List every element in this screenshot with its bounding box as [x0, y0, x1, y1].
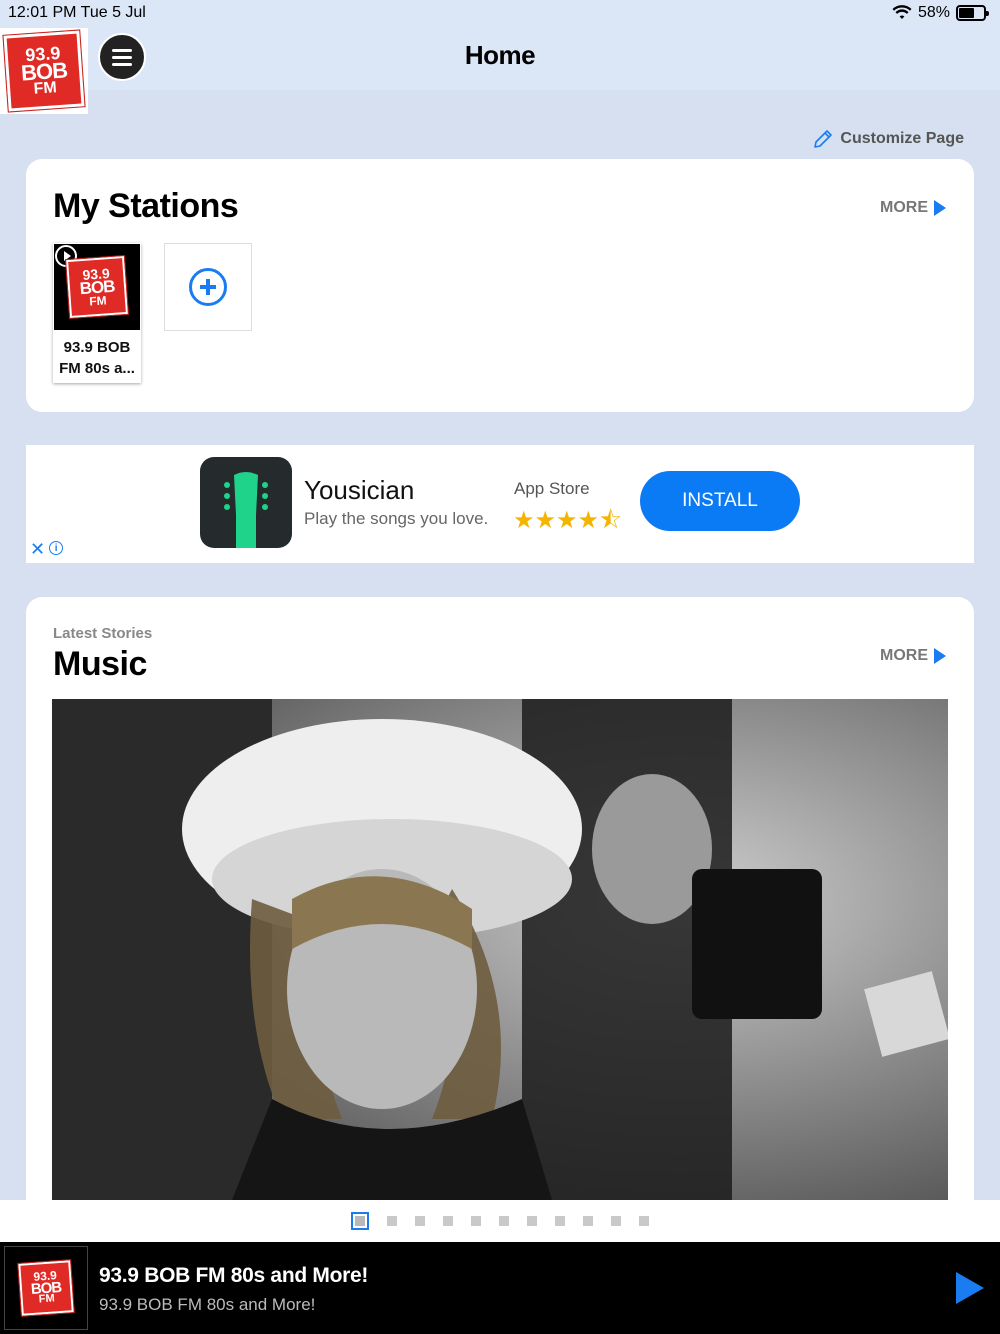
customize-label: Customize Page: [840, 130, 964, 147]
pager-dot[interactable]: [555, 1216, 565, 1226]
close-icon[interactable]: ✕: [30, 540, 45, 558]
ad-banner[interactable]: Yousician Play the songs you love. App S…: [26, 445, 974, 563]
pager-dot[interactable]: [415, 1216, 425, 1226]
chevron-right-icon: [934, 200, 946, 216]
player-subtitle: 93.9 BOB FM 80s and More!: [99, 1295, 316, 1314]
install-button[interactable]: INSTALL: [640, 471, 800, 531]
bob-fm-logo: 93.9 BOB FM: [64, 254, 130, 320]
menu-icon-bar: [112, 55, 132, 59]
play-icon[interactable]: [956, 1272, 984, 1304]
logo-line3: FM: [38, 1292, 56, 1306]
now-playing-bar[interactable]: 93.9 BOB FM 93.9 BOB FM 80s and More! 93…: [0, 1242, 1000, 1334]
status-right: 58%: [892, 4, 989, 22]
ad-rating-stars: ★★★★⯪: [513, 507, 622, 534]
pager-dot[interactable]: [611, 1216, 621, 1226]
ad-controls: ✕ i: [30, 540, 64, 558]
wifi-icon: [892, 5, 912, 19]
page-title: Home: [464, 40, 536, 70]
pager-dot[interactable]: [471, 1216, 481, 1226]
station-art: 93.9 BOB FM: [54, 244, 140, 330]
bob-fm-logo: 93.9 BOB FM: [2, 29, 86, 113]
ad-app-name: Yousician: [304, 475, 415, 505]
battery-percent: 58%: [917, 4, 950, 21]
logo-line3: FM: [33, 78, 58, 98]
logo-line3: FM: [88, 292, 108, 309]
station-tile[interactable]: 93.9 BOB FM 93.9 BOB FM 80s a...: [53, 243, 141, 383]
pencil-icon: [814, 130, 833, 148]
pager-dot[interactable]: [527, 1216, 537, 1226]
yousician-app-icon: [200, 457, 292, 548]
story-pager: [0, 1200, 1000, 1242]
top-bar: 12:01 PM Tue 5 Jul 58% Home: [0, 0, 1000, 90]
my-stations-card: My Stations MORE 93.9 BOB FM 93.9 BOB FM…: [26, 159, 974, 412]
story-photo[interactable]: [52, 699, 948, 1200]
ad-store-label: App Store: [514, 479, 590, 498]
stories-title: Music: [53, 645, 147, 683]
pager-dot[interactable]: [387, 1216, 397, 1226]
customize-page-button[interactable]: Customize Page: [812, 128, 964, 150]
station-logo[interactable]: 93.9 BOB FM: [0, 28, 88, 114]
battery-icon: [956, 5, 989, 21]
my-stations-title: My Stations: [53, 187, 239, 225]
pager-dot[interactable]: [351, 1212, 369, 1230]
player-title: 93.9 BOB FM 80s and More!: [99, 1264, 369, 1287]
bob-fm-logo: 93.9 BOB FM: [17, 1259, 75, 1317]
add-station-button[interactable]: [164, 243, 252, 331]
ad-tagline: Play the songs you love.: [304, 509, 489, 528]
player-artwork: 93.9 BOB FM: [4, 1246, 88, 1330]
status-time: 12:01 PM Tue 5 Jul: [8, 4, 146, 21]
menu-icon-bar: [112, 62, 132, 66]
more-label: MORE: [880, 647, 928, 664]
my-stations-more-link[interactable]: MORE: [880, 199, 946, 217]
pager-dot[interactable]: [443, 1216, 453, 1226]
pager-dot[interactable]: [499, 1216, 509, 1226]
stories-more-link[interactable]: MORE: [880, 647, 946, 665]
menu-icon-bar: [112, 48, 132, 52]
hamburger-menu-button[interactable]: [98, 33, 146, 81]
chevron-right-icon: [934, 648, 946, 664]
plus-icon: [189, 268, 227, 306]
stories-subtitle: Latest Stories: [53, 625, 153, 642]
more-label: MORE: [880, 199, 928, 216]
latest-stories-card: Latest Stories Music MORE: [26, 597, 974, 1237]
pager-dot[interactable]: [639, 1216, 649, 1226]
station-name: 93.9 BOB FM 80s a...: [59, 339, 135, 377]
info-icon[interactable]: i: [49, 541, 64, 555]
pager-dot[interactable]: [583, 1216, 593, 1226]
